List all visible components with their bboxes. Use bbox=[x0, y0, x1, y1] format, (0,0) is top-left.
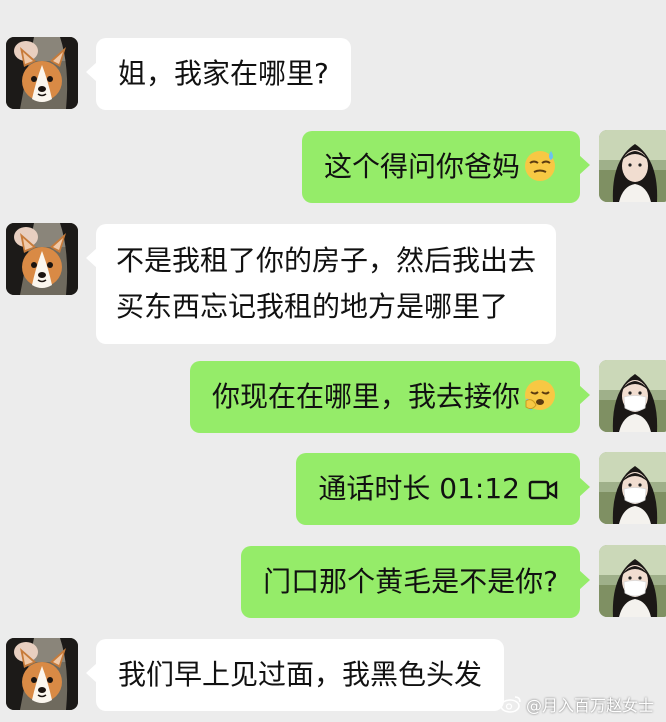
message-text: 你现在在哪里，我去接你 bbox=[211, 380, 520, 413]
user-avatar[interactable] bbox=[599, 545, 666, 617]
watermark: @月入百万赵女士 bbox=[500, 692, 654, 716]
message-text-line: 不是我租了你的房子，然后我出去 bbox=[116, 244, 537, 277]
message-bubble[interactable]: 这个得问你爸妈 bbox=[301, 131, 591, 203]
message-bubble[interactable]: 我们早上见过面，我黑色头发 bbox=[85, 639, 505, 711]
message-bubble[interactable]: 姐，我家在哪里? bbox=[86, 38, 351, 110]
message-text: 这个得问你爸妈 bbox=[323, 150, 520, 183]
weibo-logo-icon bbox=[500, 696, 521, 713]
call-duration-text: 通话时长 01:12 bbox=[318, 472, 520, 505]
message-bubble[interactable]: 不是我租了你的房子，然后我出去 买东西忘记我租的地方是哪里了 bbox=[85, 224, 557, 344]
crying-face-emoji bbox=[525, 380, 555, 411]
message-text: 姐，我家在哪里? bbox=[118, 57, 329, 90]
call-record-bubble[interactable]: 通话时长 01:12 bbox=[296, 453, 590, 525]
contact-avatar[interactable] bbox=[6, 638, 78, 710]
user-avatar[interactable] bbox=[599, 452, 666, 524]
call-duration-icon bbox=[528, 480, 558, 500]
user-avatar[interactable] bbox=[599, 130, 666, 202]
message-bubble[interactable]: 门口那个黄毛是不是你? bbox=[241, 546, 590, 618]
message-text-line: 买东西忘记我租的地方是哪里了 bbox=[116, 290, 509, 323]
sweat-smile-emoji bbox=[525, 151, 555, 181]
user-avatar[interactable] bbox=[599, 360, 666, 432]
message-bubble[interactable]: 你现在在哪里，我去接你 bbox=[189, 361, 591, 433]
contact-avatar[interactable] bbox=[6, 223, 78, 295]
contact-avatar[interactable] bbox=[6, 37, 78, 109]
message-text: 我们早上见过面，我黑色头发 bbox=[118, 658, 483, 691]
message-text: 门口那个黄毛是不是你? bbox=[263, 565, 558, 598]
watermark-text: @月入百万赵女士 bbox=[525, 696, 654, 715]
